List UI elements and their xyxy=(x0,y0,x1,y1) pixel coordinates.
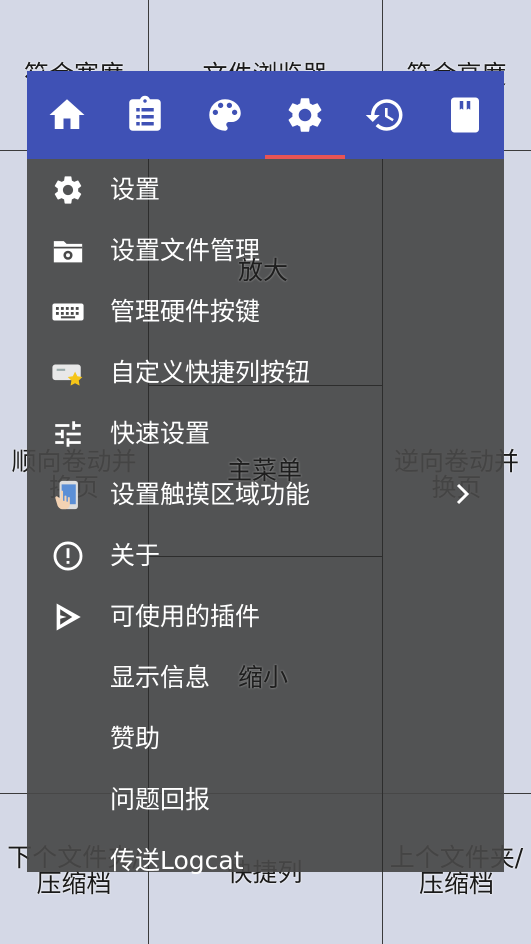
menu-item-label: 显示信息 xyxy=(110,663,211,692)
menu-item-quick-settings[interactable]: 快速设置 xyxy=(27,403,504,464)
zone-label-main-menu[interactable]: 主菜单 xyxy=(227,458,302,483)
menu-item-custom-shortcut[interactable]: 自定义快捷列按钮 xyxy=(27,342,504,403)
menu-item-label: 自定义快捷列按钮 xyxy=(110,358,311,387)
tab-palette[interactable] xyxy=(185,71,265,159)
gear-icon xyxy=(51,173,85,207)
menu-item-label: 传送Logcat xyxy=(110,846,244,875)
chevron-right-icon[interactable] xyxy=(453,481,473,507)
main-menu-panel: 设置 设置文件管理 管理硬件按键 自定义快捷列按钮 快速设置 设置触摸区域功能 … xyxy=(27,71,504,875)
menu-item-label: 问题回报 xyxy=(110,785,211,814)
zone-label-zoom-out[interactable]: 缩小 xyxy=(238,665,288,690)
gear-icon xyxy=(288,98,322,132)
settings-folder-icon xyxy=(51,234,85,268)
menu-item-send-logcat[interactable]: 传送Logcat xyxy=(27,830,504,891)
menu-item-label: 设置 xyxy=(110,175,161,204)
menu-item-label: 快速设置 xyxy=(110,419,211,448)
home-icon xyxy=(49,99,85,129)
clipboard-icon xyxy=(129,95,161,131)
tab-bookmark[interactable] xyxy=(425,71,505,159)
menu-item-label: 赞助 xyxy=(110,724,161,753)
menu-item-donate[interactable]: 赞助 xyxy=(27,708,504,769)
menu-item-report-issue[interactable]: 问题回报 xyxy=(27,769,504,830)
info-icon xyxy=(51,539,85,573)
tab-clipboard[interactable] xyxy=(105,71,185,159)
menu-item-label: 关于 xyxy=(110,541,161,570)
tab-settings[interactable] xyxy=(265,71,345,159)
tab-home[interactable] xyxy=(27,71,107,159)
tab-bar xyxy=(27,71,504,159)
keyboard-icon xyxy=(51,295,85,329)
menu-item-label: 可使用的插件 xyxy=(110,602,261,631)
history-icon xyxy=(365,99,403,131)
zone-label-zoom-in[interactable]: 放大 xyxy=(238,258,288,283)
tune-icon xyxy=(51,417,85,451)
tab-history[interactable] xyxy=(345,71,425,159)
menu-item-about[interactable]: 关于 xyxy=(27,525,504,586)
menu-item-label: 管理硬件按键 xyxy=(110,297,261,326)
menu-item-settings[interactable]: 设置 xyxy=(27,159,504,220)
palette-icon xyxy=(209,99,241,131)
menu-item-plugins[interactable]: 可使用的插件 xyxy=(27,586,504,647)
bookmark-icon xyxy=(451,97,479,133)
play-plugin-icon xyxy=(51,600,85,634)
touch-phone-icon xyxy=(51,478,85,512)
menu-item-hardware-keys[interactable]: 管理硬件按键 xyxy=(27,281,504,342)
custom-button-icon xyxy=(51,356,85,390)
